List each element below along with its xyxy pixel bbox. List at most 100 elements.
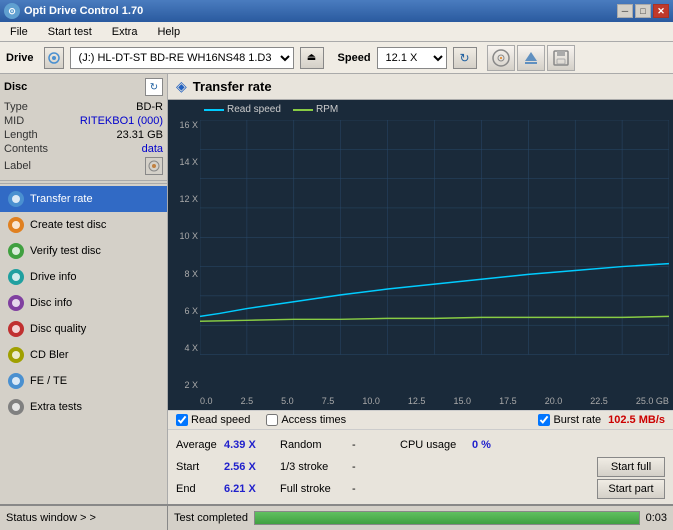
cb-read-speed-input[interactable]	[176, 414, 188, 426]
menu-start-test[interactable]: Start test	[42, 25, 98, 39]
status-bar: Status window > > Test completed 0:03	[0, 504, 673, 530]
random-value: -	[352, 439, 392, 451]
cb-read-speed: Read speed	[176, 414, 250, 426]
stats-row-average: Average 4.39 X Random - CPU usage 0 %	[176, 434, 665, 456]
burst-rate-value: 102.5 MB/s	[608, 414, 665, 426]
cb-burst-rate-label: Burst rate	[553, 414, 601, 426]
average-label: Average	[176, 439, 224, 451]
status-window-button[interactable]: Status window > >	[6, 512, 96, 524]
speed-refresh-button[interactable]: ↻	[453, 47, 477, 69]
nav-item-cd-bler[interactable]: CD Bler	[0, 342, 167, 368]
menu-file[interactable]: File	[4, 25, 34, 39]
menu-help[interactable]: Help	[151, 25, 186, 39]
chart-legend: Read speed RPM	[204, 104, 338, 115]
average-value: 4.39 X	[224, 439, 272, 451]
nav-item-disc-info[interactable]: Disc info	[0, 290, 167, 316]
minimize-button[interactable]: ─	[617, 4, 633, 18]
nav-icon-0	[8, 191, 24, 207]
chart-title: Transfer rate	[193, 79, 272, 94]
nav-label-1: Create test disc	[30, 219, 106, 231]
chart-header: ◈ Transfer rate	[168, 74, 673, 100]
chart-checkboxes: Read speed Access times Burst rate 102.5…	[168, 410, 673, 430]
nav-item-create-test-disc[interactable]: Create test disc	[0, 212, 167, 238]
maximize-button[interactable]: □	[635, 4, 651, 18]
nav-item-fe--te[interactable]: FE / TE	[0, 368, 167, 394]
close-button[interactable]: ✕	[653, 4, 669, 18]
progress-bar-container	[254, 511, 640, 525]
nav-label-7: FE / TE	[30, 375, 67, 387]
start-part-button[interactable]: Start part	[597, 479, 665, 499]
nav-icon-2	[8, 243, 24, 259]
x-axis: 0.0 2.5 5.0 7.5 10.0 12.5 15.0 17.5 20.0…	[200, 396, 669, 406]
nav-icon-1	[8, 217, 24, 233]
nav-item-verify-test-disc[interactable]: Verify test disc	[0, 238, 167, 264]
disc-panel: Disc ↻ Type BD-R MID RITEKBO1 (000) Leng…	[0, 74, 167, 181]
speed-label: Speed	[338, 52, 371, 64]
nav-label-2: Verify test disc	[30, 245, 101, 257]
content-area: ◈ Transfer rate Read speed RPM 16 X 14 X	[168, 74, 673, 504]
disc-icon-button[interactable]	[487, 45, 515, 71]
test-status-text: Test completed	[174, 512, 248, 524]
cpu-usage-label: CPU usage	[392, 439, 472, 451]
nav-icon-7	[8, 373, 24, 389]
stroke13-label: 1/3 stroke	[272, 461, 352, 473]
disc-contents-value: data	[142, 143, 163, 155]
legend-read-label: Read speed	[227, 104, 281, 115]
nav-label-6: CD Bler	[30, 349, 69, 361]
full-stroke-value: -	[352, 483, 392, 495]
cb-access-times-input[interactable]	[266, 414, 278, 426]
disc-length-value: 23.31 GB	[117, 129, 163, 141]
start-full-button[interactable]: Start full	[597, 457, 665, 477]
nav-item-extra-tests[interactable]: Extra tests	[0, 394, 167, 420]
end-label: End	[176, 483, 224, 495]
status-time: 0:03	[646, 512, 667, 524]
menu-extra[interactable]: Extra	[106, 25, 144, 39]
disc-mid-value: RITEKBO1 (000)	[80, 115, 163, 127]
stroke13-value: -	[352, 461, 392, 473]
sidebar: Disc ↻ Type BD-R MID RITEKBO1 (000) Leng…	[0, 74, 168, 504]
cb-access-times-label: Access times	[281, 414, 346, 426]
cb-burst-rate: Burst rate 102.5 MB/s	[538, 414, 665, 426]
chart-svg	[200, 120, 669, 355]
cb-burst-rate-input[interactable]	[538, 414, 550, 426]
nav-item-drive-info[interactable]: Drive info	[0, 264, 167, 290]
full-stroke-label: Full stroke	[272, 483, 352, 495]
cb-access-times: Access times	[266, 414, 346, 426]
nav-menu: Transfer rate Create test disc Verify test…	[0, 186, 167, 420]
legend-rpm: RPM	[293, 104, 338, 115]
app-icon: ⊙	[4, 3, 20, 19]
speed-select[interactable]: 12.1 X	[377, 47, 447, 69]
disc-title: Disc	[4, 81, 27, 93]
disc-refresh-button[interactable]: ↻	[145, 78, 163, 96]
end-value: 6.21 X	[224, 483, 272, 495]
drive-select[interactable]: (J:) HL-DT-ST BD-RE WH16NS48 1.D3	[70, 47, 294, 69]
y-axis: 16 X 14 X 12 X 10 X 8 X 6 X 4 X 2 X	[168, 120, 200, 390]
disc-length-label: Length	[4, 129, 38, 141]
nav-icon-4	[8, 295, 24, 311]
drive-label: Drive	[6, 52, 34, 64]
nav-icon-5	[8, 321, 24, 337]
chart-area: Read speed RPM 16 X 14 X 12 X 10 X 8 X 6…	[168, 100, 673, 410]
disc-label-icon-button[interactable]	[145, 157, 163, 175]
disc-type-value: BD-R	[136, 101, 163, 113]
legend-rpm-label: RPM	[316, 104, 338, 115]
start-value: 2.56 X	[224, 461, 272, 473]
legend-read-speed: Read speed	[204, 104, 281, 115]
nav-label-4: Disc info	[30, 297, 72, 309]
stats-row-end: End 6.21 X Full stroke - Start part	[176, 478, 665, 500]
status-left: Status window > >	[0, 506, 168, 530]
eject-icon-button[interactable]	[517, 45, 545, 71]
save-icon-button[interactable]	[547, 45, 575, 71]
eject-button[interactable]: ⏏	[300, 47, 324, 69]
chart-title-icon: ◈	[176, 78, 187, 95]
nav-item-disc-quality[interactable]: Disc quality	[0, 316, 167, 342]
random-label: Random	[272, 439, 352, 451]
nav-item-transfer-rate[interactable]: Transfer rate	[0, 186, 167, 212]
start-label: Start	[176, 461, 224, 473]
cpu-usage-value: 0 %	[472, 439, 491, 451]
stats-area: Average 4.39 X Random - CPU usage 0 % St…	[168, 430, 673, 504]
nav-label-0: Transfer rate	[30, 193, 93, 205]
drive-icon	[44, 47, 64, 69]
nav-icon-3	[8, 269, 24, 285]
disc-type-label: Type	[4, 101, 28, 113]
